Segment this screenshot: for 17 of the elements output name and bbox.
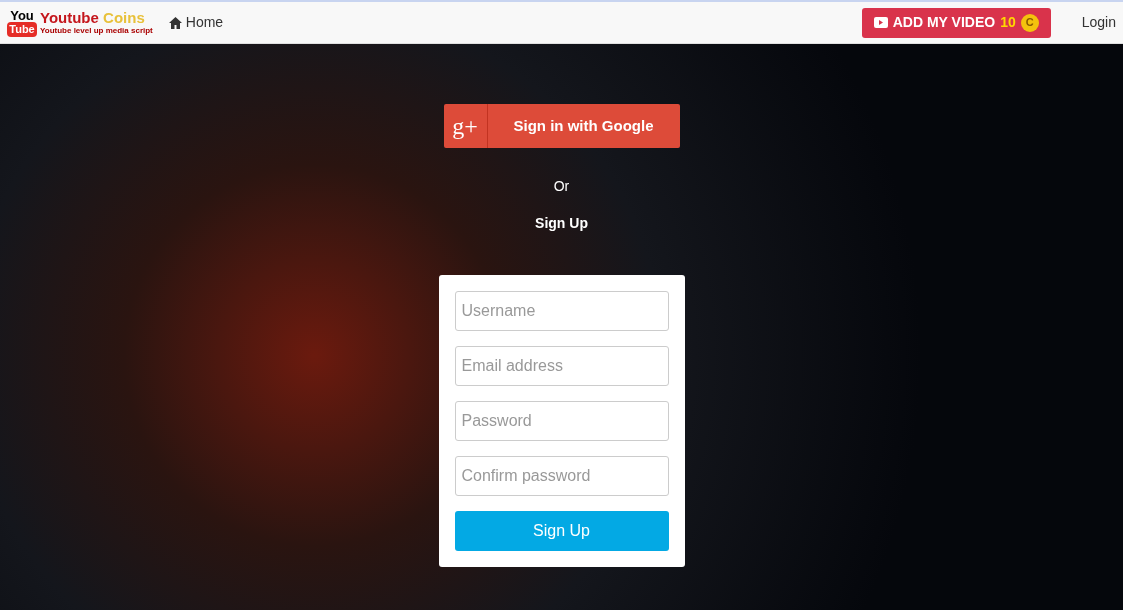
signup-button[interactable]: Sign Up xyxy=(454,511,669,551)
input-field[interactable]: Email address xyxy=(454,346,669,386)
input-field[interactable]: Password xyxy=(454,401,669,441)
coin-count: 10 xyxy=(1000,13,1016,32)
or-text: Or xyxy=(553,177,570,196)
play-icon xyxy=(873,17,888,28)
home-link[interactable]: Home xyxy=(168,12,224,33)
login-link[interactable]: Login xyxy=(1081,12,1116,33)
logo-tagline: Youtube level up media script xyxy=(40,27,153,35)
signup-heading: Sign Up xyxy=(535,214,588,233)
home-icon xyxy=(168,16,182,29)
coin-icon: C xyxy=(1020,13,1039,32)
input-field[interactable]: Username xyxy=(454,291,669,331)
add-video-button[interactable]: ADD MY VIDEO 10 C xyxy=(861,7,1051,38)
google-signin-button[interactable]: g+ Sign in with Google xyxy=(443,104,680,148)
logo-title: Youtube Coins xyxy=(40,10,146,25)
input-field[interactable]: Confirm password xyxy=(454,456,669,496)
